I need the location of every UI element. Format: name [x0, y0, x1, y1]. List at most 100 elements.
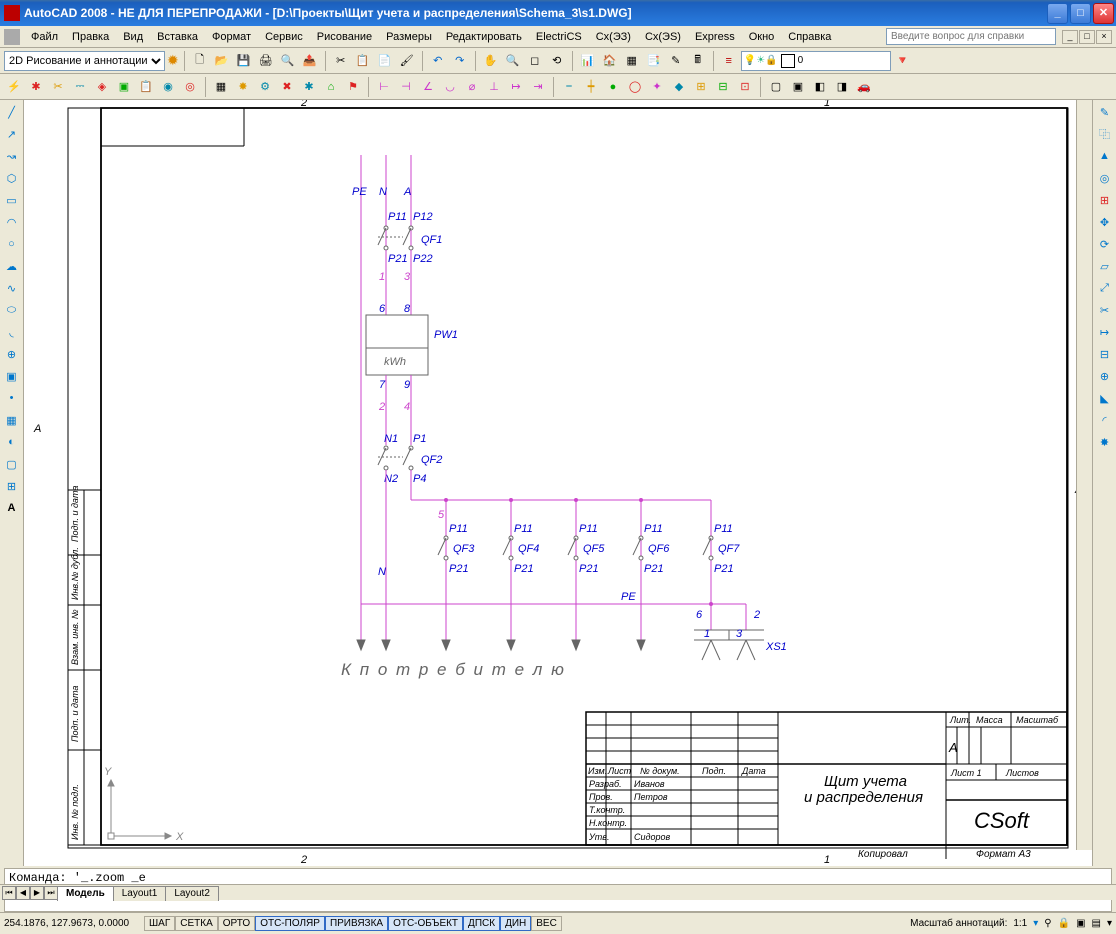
status-lwt[interactable]: ВЕС [531, 916, 562, 931]
array-button[interactable]: ⊞ [1095, 190, 1115, 210]
gradient-button[interactable]: ◐ [2, 432, 22, 452]
tab-first-button[interactable]: ⏮ [2, 886, 16, 900]
e-tool-b[interactable]: ⊟ [713, 77, 733, 97]
match-button[interactable]: 🖌 [397, 51, 417, 71]
help-search-input[interactable] [886, 28, 1056, 45]
circle-button[interactable]: ○ [2, 234, 22, 254]
dim-aligned-button[interactable]: ⊣ [396, 77, 416, 97]
open-button[interactable]: 📂 [212, 51, 232, 71]
toolpalette-button[interactable]: ▦ [622, 51, 642, 71]
table-button[interactable]: ⊞ [2, 476, 22, 496]
tab-model[interactable]: Модель [57, 886, 114, 901]
dim-base-button[interactable]: ↦ [506, 77, 526, 97]
zoom-prev-button[interactable]: ⟲ [547, 51, 567, 71]
e-mark-1[interactable]: ✦ [647, 77, 667, 97]
e-btn-grid[interactable]: ▦ [211, 77, 231, 97]
e-tool-a[interactable]: ⊞ [691, 77, 711, 97]
erase-button[interactable]: ✎ [1095, 102, 1115, 122]
zoom-button[interactable]: 🔍 [503, 51, 523, 71]
fillet-button[interactable]: ◜ [1095, 410, 1115, 430]
polyline-button[interactable]: ↝ [2, 146, 22, 166]
menu-electrics[interactable]: ElectriCS [529, 29, 589, 45]
menu-express[interactable]: Express [688, 29, 742, 45]
status-ortho[interactable]: ОРТО [218, 916, 255, 931]
dim-ord-button[interactable]: ⊥ [484, 77, 504, 97]
print-button[interactable]: 🖨 [256, 51, 276, 71]
arc-button[interactable]: ◠ [2, 212, 22, 232]
e-btn-4[interactable]: ⎓ [70, 77, 90, 97]
menu-edit[interactable]: Правка [65, 29, 116, 45]
e-wire-2[interactable]: ┿ [581, 77, 601, 97]
e-btn-8[interactable]: ◉ [158, 77, 178, 97]
status-coordinates[interactable]: 254.1876, 127.9673, 0.0000 [4, 918, 144, 929]
dim-angular-button[interactable]: ∠ [418, 77, 438, 97]
e-btn-x1[interactable]: ✖ [277, 77, 297, 97]
offset-button[interactable]: ◎ [1095, 168, 1115, 188]
tab-layout1[interactable]: Layout1 [113, 886, 167, 901]
e-btn-x2[interactable]: ✱ [299, 77, 319, 97]
hatch-button[interactable]: ▦ [2, 410, 22, 430]
status-icon-3[interactable]: ▣ [1076, 918, 1085, 929]
menu-help[interactable]: Справка [781, 29, 838, 45]
layer-combo[interactable]: 💡☀🔒 0 [741, 51, 891, 71]
new-button[interactable]: 🗋 [190, 51, 210, 71]
e-btn-7[interactable]: 📋 [136, 77, 156, 97]
doc-restore-button[interactable]: □ [1079, 30, 1095, 44]
e-node-1[interactable]: ● [603, 77, 623, 97]
status-icon-4[interactable]: ▤ [1092, 918, 1101, 929]
e-node-2[interactable]: ◯ [625, 77, 645, 97]
doc-close-button[interactable]: × [1096, 30, 1112, 44]
revcloud-button[interactable]: ☁ [2, 256, 22, 276]
e-block-4[interactable]: ◨ [832, 77, 852, 97]
e-btn-gear[interactable]: ⚙ [255, 77, 275, 97]
zoom-window-button[interactable]: ◻ [525, 51, 545, 71]
e-tool-c[interactable]: ⊡ [735, 77, 755, 97]
markup-button[interactable]: ✎ [666, 51, 686, 71]
e-btn-6[interactable]: ▣ [114, 77, 134, 97]
block-button[interactable]: ▣ [2, 366, 22, 386]
menu-insert[interactable]: Вставка [150, 29, 205, 45]
scale-button[interactable]: ▱ [1095, 256, 1115, 276]
menu-draw[interactable]: Рисование [310, 29, 379, 45]
e-btn-1[interactable]: ⚡ [4, 77, 24, 97]
layer-filter-button[interactable]: 🔻 [893, 51, 913, 71]
status-snap[interactable]: ШАГ [144, 916, 175, 931]
ellipse-button[interactable]: ⬭ [2, 300, 22, 320]
menu-modify[interactable]: Редактировать [439, 29, 529, 45]
scrollbar-vertical[interactable] [1076, 100, 1092, 850]
status-dyn[interactable]: ДИН [500, 916, 531, 931]
e-wire-1[interactable]: ⎯ [559, 77, 579, 97]
status-icon-1[interactable]: ⚲ [1044, 918, 1051, 929]
polygon-button[interactable]: ⬡ [2, 168, 22, 188]
e-btn-2[interactable]: ✱ [26, 77, 46, 97]
save-button[interactable]: 💾 [234, 51, 254, 71]
copy-obj-button[interactable]: ⿻ [1095, 124, 1115, 144]
break-button[interactable]: ⊟ [1095, 344, 1115, 364]
menu-view[interactable]: Вид [116, 29, 150, 45]
region-button[interactable]: ▢ [2, 454, 22, 474]
ann-icon[interactable]: ▾ [1033, 918, 1038, 929]
close-button[interactable]: ✕ [1093, 3, 1114, 24]
dim-radius-button[interactable]: ◡ [440, 77, 460, 97]
dim-cont-button[interactable]: ⇥ [528, 77, 548, 97]
mtext-button[interactable]: A [2, 498, 22, 518]
menu-cx1[interactable]: Cx(ЭЗ) [589, 29, 638, 45]
spline-button[interactable]: ∿ [2, 278, 22, 298]
menu-service[interactable]: Сервис [258, 29, 310, 45]
e-car-icon[interactable]: 🚗 [854, 77, 874, 97]
e-btn-5[interactable]: ◈ [92, 77, 112, 97]
calc-button[interactable]: 🖩 [688, 51, 708, 71]
e-mark-2[interactable]: ◆ [669, 77, 689, 97]
mirror-button[interactable]: ▲ [1095, 146, 1115, 166]
menu-dim[interactable]: Размеры [379, 29, 439, 45]
status-polar[interactable]: ОТС-ПОЛЯР [255, 916, 325, 931]
maximize-button[interactable]: □ [1070, 3, 1091, 24]
chamfer-button[interactable]: ◣ [1095, 388, 1115, 408]
status-osnap[interactable]: ПРИВЯЗКА [325, 916, 388, 931]
rotate-button[interactable]: ⟳ [1095, 234, 1115, 254]
status-icon-2[interactable]: 🔒 [1058, 918, 1070, 929]
tab-next-button[interactable]: ▶ [30, 886, 44, 900]
scrollbar-horizontal[interactable] [219, 885, 1116, 900]
rectangle-button[interactable]: ▭ [2, 190, 22, 210]
extend-button[interactable]: ↦ [1095, 322, 1115, 342]
